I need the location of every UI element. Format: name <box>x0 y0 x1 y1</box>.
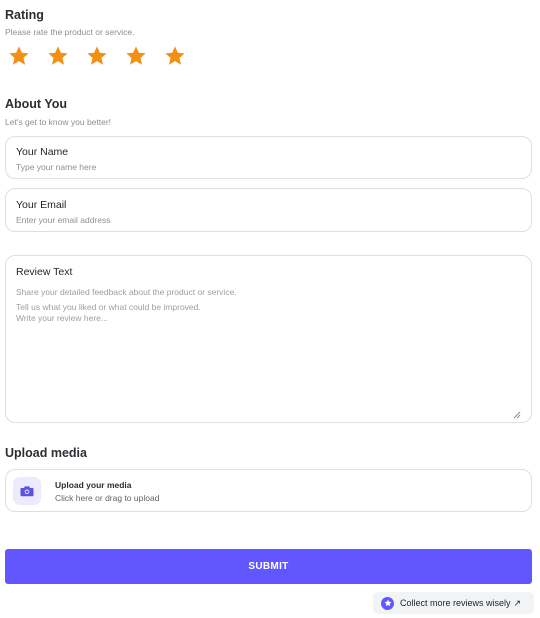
rating-subtitle: Please rate the product or service. <box>5 27 135 37</box>
name-field-placeholder: Type your name here <box>16 162 97 172</box>
resize-handle-icon[interactable] <box>513 406 521 419</box>
review-textarea[interactable]: Review Text Share your detailed feedback… <box>5 255 532 423</box>
submit-button[interactable]: SUBMIT <box>5 549 532 584</box>
email-field[interactable]: Your Email Enter your email address <box>5 188 532 232</box>
collect-reviews-label: Collect more reviews wisely <box>400 598 511 608</box>
about-subtitle: Let's get to know you better! <box>5 117 112 127</box>
email-field-label: Your Email <box>16 199 67 211</box>
rating-title: Rating <box>5 8 44 22</box>
review-field-label: Review Text <box>16 266 73 278</box>
collect-reviews-link[interactable]: Collect more reviews wisely ↗ <box>373 592 534 614</box>
star-icon[interactable] <box>47 45 69 67</box>
review-placeholder-line: Tell us what you liked or what could be … <box>16 301 201 312</box>
external-arrow-icon: ↗ <box>513 597 522 608</box>
star-icon[interactable] <box>125 45 147 67</box>
upload-box-subtitle: Click here or drag to upload <box>55 493 160 503</box>
rating-stars <box>8 45 203 67</box>
review-placeholder: Share your detailed feedback about the p… <box>16 287 237 325</box>
review-placeholder-line: Share your detailed feedback about the p… <box>16 287 237 297</box>
name-field-label: Your Name <box>16 146 69 158</box>
about-title: About You <box>5 97 68 111</box>
review-placeholder-line: Write your review here... <box>16 313 108 323</box>
upload-title: Upload media <box>5 446 87 460</box>
star-icon[interactable] <box>8 45 30 67</box>
upload-box-title: Upload your media <box>55 480 132 490</box>
star-icon[interactable] <box>164 45 186 67</box>
name-field[interactable]: Your Name Type your name here <box>5 136 532 179</box>
email-field-placeholder: Enter your email address <box>16 215 111 225</box>
upload-dropzone[interactable]: Upload your media Click here or drag to … <box>5 469 532 512</box>
star-icon[interactable] <box>86 45 108 67</box>
camera-icon <box>20 486 34 497</box>
upload-icon-box <box>13 477 41 505</box>
review-form-page: Rating Please rate the product or servic… <box>0 0 540 618</box>
brand-logo-icon <box>381 596 394 610</box>
